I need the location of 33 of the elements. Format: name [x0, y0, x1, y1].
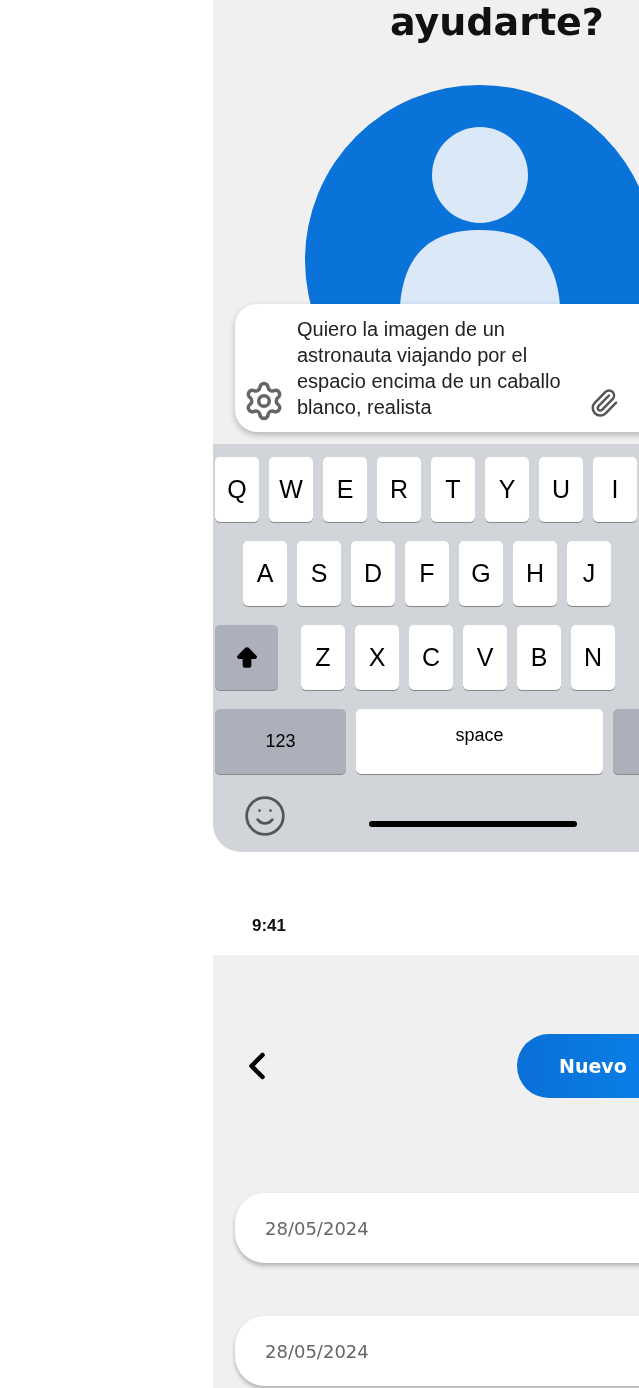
letter-key[interactable]: I [593, 457, 637, 522]
heading: ayudarte? [389, 0, 605, 44]
letter-key[interactable]: G [459, 541, 503, 606]
date-field[interactable]: 28/05/2024 [235, 1193, 639, 1263]
prompt-field[interactable]: Quiero la imagen de un astronauta viajando por el espacio encima de un caballo blanco, realista [235, 304, 639, 432]
letter-key[interactable]: T [431, 457, 475, 522]
letter-key[interactable]: H [513, 541, 557, 606]
letter-key[interactable]: C [409, 625, 453, 690]
letter-key[interactable]: S [297, 541, 341, 606]
letter-key[interactable]: V [463, 625, 507, 690]
letter-key[interactable]: J [567, 541, 611, 606]
letter-key[interactable]: Q [215, 457, 259, 522]
letter-key[interactable]: U [539, 457, 583, 522]
letter-key[interactable]: R [377, 457, 421, 522]
letter-key[interactable]: Z [301, 625, 345, 690]
date-field[interactable]: 28/05/2024 [235, 1316, 639, 1386]
letter-key[interactable]: F [405, 541, 449, 606]
shift-key[interactable] [215, 625, 278, 690]
emoji-icon[interactable] [243, 794, 287, 838]
status-time: 9:41 [252, 916, 287, 935]
paperclip-icon[interactable] [589, 388, 619, 418]
number-key[interactable]: 123 [215, 709, 346, 774]
space-key[interactable]: space [356, 709, 603, 774]
letter-key[interactable]: X [355, 625, 399, 690]
new-button[interactable]: Nuevo [517, 1034, 639, 1098]
letter-key[interactable]: E [323, 457, 367, 522]
prompt-text: Quiero la imagen de un astronauta viajando por el espacio encima de un caballo blanco, realista [297, 317, 562, 420]
letter-key[interactable]: A [243, 541, 287, 606]
letter-key[interactable]: D [351, 541, 395, 606]
letter-key[interactable]: B [517, 625, 561, 690]
letter-key[interactable]: N [571, 625, 615, 690]
letter-key[interactable]: W [269, 457, 313, 522]
letter-key[interactable]: Y [485, 457, 529, 522]
